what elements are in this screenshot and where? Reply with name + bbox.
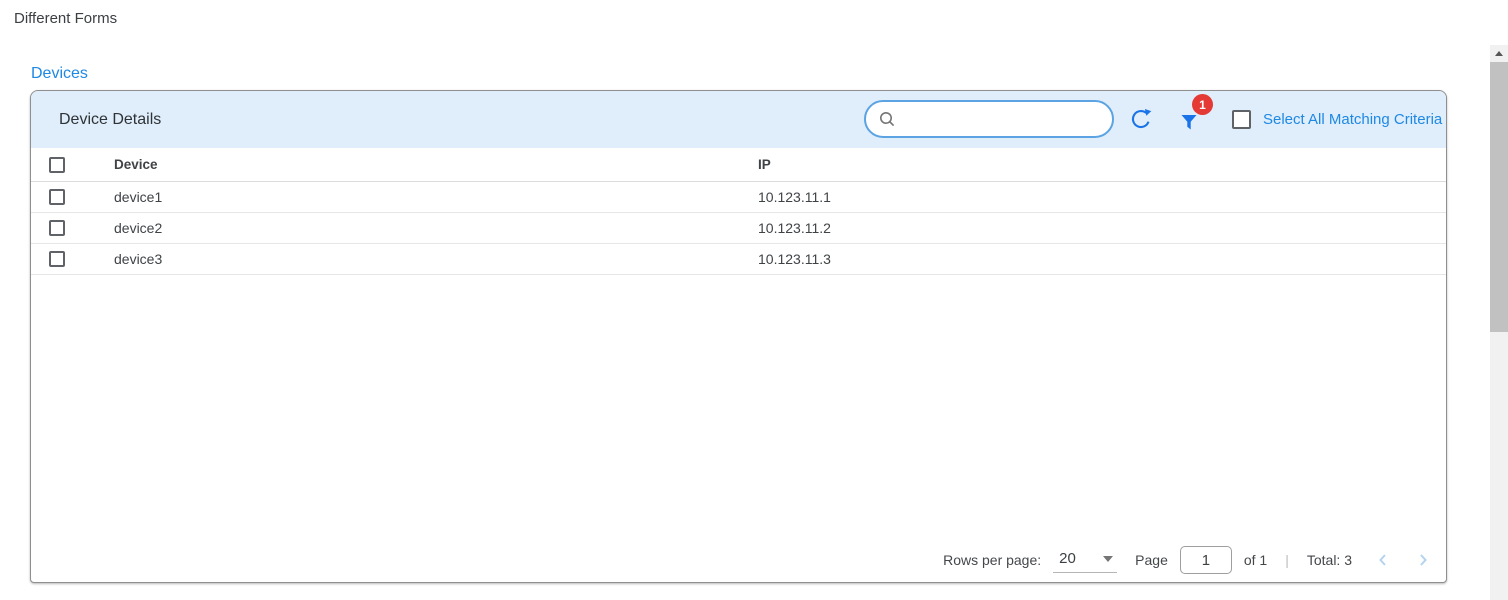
ip-cell: 10.123.11.2 <box>758 220 1446 236</box>
panel-header: Device Details 1 Select All Matching Cri… <box>31 91 1446 148</box>
select-all-label[interactable]: Select All Matching Criteria <box>1263 91 1442 148</box>
refresh-icon <box>1129 107 1153 131</box>
row-checkbox[interactable] <box>49 189 65 205</box>
select-all-checkbox[interactable] <box>1232 110 1251 129</box>
filter-count-badge[interactable]: 1 <box>1192 94 1213 115</box>
device-cell: device3 <box>114 251 758 267</box>
table-row[interactable]: device1 10.123.11.1 <box>31 182 1446 213</box>
panel-title: Device Details <box>59 91 161 148</box>
page-label: Page <box>1135 552 1168 568</box>
rows-per-page-select[interactable]: 20 <box>1053 547 1117 573</box>
column-header-ip: IP <box>758 157 1446 172</box>
next-page-button[interactable] <box>1414 551 1432 569</box>
table-header-row: Device IP <box>31 148 1446 182</box>
device-cell: device1 <box>114 189 758 205</box>
chevron-left-icon <box>1374 551 1392 569</box>
devices-table: Device IP device1 10.123.11.1 device2 10… <box>31 148 1446 275</box>
scroll-up-arrow-icon <box>1495 51 1503 56</box>
device-cell: device2 <box>114 220 758 236</box>
column-header-device: Device <box>114 157 758 172</box>
select-all-rows-checkbox[interactable] <box>49 157 65 173</box>
page-scrollbar[interactable] <box>1490 45 1508 600</box>
scrollbar-thumb[interactable] <box>1490 62 1508 332</box>
pagination-bar: Rows per page: 20 Page of 1 | Total: 3 <box>943 545 1432 575</box>
scrollbar-up-button[interactable] <box>1490 45 1508 62</box>
search-input[interactable] <box>904 110 1100 128</box>
page-number-input[interactable] <box>1180 546 1232 574</box>
total-count-label: Total: 3 <box>1307 552 1352 568</box>
device-details-panel: Device Details 1 Select All Matching Cri… <box>30 90 1447 583</box>
row-checkbox[interactable] <box>49 251 65 267</box>
page-count-label: of 1 <box>1244 552 1267 568</box>
ip-cell: 10.123.11.3 <box>758 251 1446 267</box>
previous-page-button[interactable] <box>1374 551 1392 569</box>
search-icon <box>878 110 896 128</box>
pagination-divider: | <box>1285 552 1289 568</box>
chevron-down-icon <box>1103 556 1113 562</box>
search-box[interactable] <box>864 100 1114 138</box>
table-row[interactable]: device2 10.123.11.2 <box>31 213 1446 244</box>
page-title: Different Forms <box>14 10 117 27</box>
rows-per-page-label: Rows per page: <box>943 552 1041 568</box>
devices-link[interactable]: Devices <box>31 65 88 83</box>
refresh-button[interactable] <box>1128 107 1154 133</box>
ip-cell: 10.123.11.1 <box>758 189 1446 205</box>
chevron-right-icon <box>1414 551 1432 569</box>
rows-per-page-value: 20 <box>1059 550 1076 567</box>
table-row[interactable]: device3 10.123.11.3 <box>31 244 1446 275</box>
row-checkbox[interactable] <box>49 220 65 236</box>
